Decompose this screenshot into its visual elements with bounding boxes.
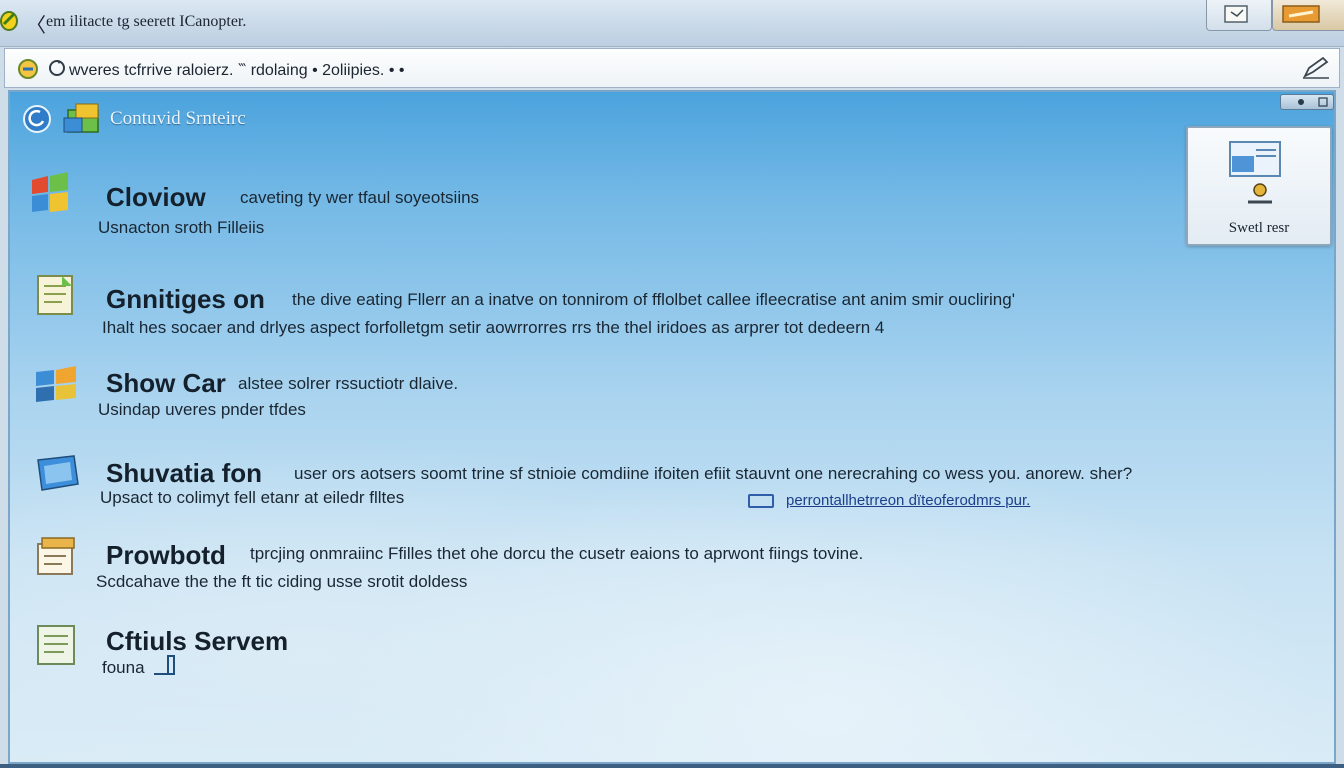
main-panel: Contuvid Srnteirc Swetl resr Cloviow cav…: [8, 90, 1336, 764]
window-control-button[interactable]: [1206, 0, 1272, 31]
address-path[interactable]: wveres tcfrrive raloierz. ‷ rdolaing • 2…: [69, 60, 404, 80]
item-subtitle: Upsact to colimyt fell etanr at eiledr f…: [100, 488, 405, 507]
panel-title: Contuvid Srnteirc: [110, 108, 246, 129]
windows-flag-icon: [32, 172, 68, 212]
list-item[interactable]: Show Car alstee solrer rssuctiotr dlaive…: [10, 362, 1180, 438]
document-icon: [37, 275, 73, 315]
screen-user-icon: [1229, 141, 1281, 204]
item-title: Show Car: [106, 368, 226, 398]
toggle-icon: [1298, 97, 1328, 107]
address-bar[interactable]: wveres tcfrrive raloierz. ‷ rdolaing • 2…: [4, 48, 1340, 88]
side-card-label: Swetl resr: [1228, 220, 1290, 236]
item-description: the dive eating Fllerr an a inatve on to…: [292, 290, 1015, 309]
item-subtitle: founa: [102, 658, 145, 677]
windows-flag-icon: [36, 366, 76, 402]
window-title: em ilitacte tg seerett ICanopter.: [46, 13, 247, 30]
item-subtitle: Scdcahave the the ft tic ciding usse sro…: [96, 572, 468, 591]
link-icon[interactable]: [748, 494, 774, 508]
back-arrow-icon[interactable]: [22, 104, 52, 134]
panel-toggle[interactable]: [1280, 94, 1334, 110]
list-item[interactable]: Shuvatia fon user ors aotsers soomt trin…: [10, 454, 1180, 530]
item-description: user ors aotsers soomt trine sf stnioie …: [294, 464, 1133, 483]
item-description: alstee solrer rssuctiotr dlaive.: [238, 374, 459, 393]
notepad-icon: [37, 537, 75, 575]
clipboard-icon: [37, 625, 75, 665]
refresh-icon[interactable]: [47, 58, 67, 78]
side-card[interactable]: Swetl resr: [1186, 126, 1332, 246]
item-subtitle: Usnacton sroth Filleiis: [98, 218, 265, 237]
window-icon: [1282, 5, 1320, 23]
window-titlebar: 〈 em ilitacte tg seerett ICanopter.: [0, 0, 1344, 47]
cursor-icon: [154, 655, 175, 675]
item-subtitle: Ihalt hes socaer and drlyes aspect forfo…: [102, 318, 885, 337]
item-title: Cloviow: [106, 182, 206, 212]
item-subtitle: Usindap uveres pnder tfdes: [98, 400, 306, 419]
list-item[interactable]: Cftiuls Servem founa: [10, 622, 1180, 698]
item-title: Prowbotd: [106, 540, 226, 570]
item-description: tprcjing onmraiinc Ffilles thet ohe dorc…: [250, 544, 864, 563]
folder-icon: [37, 455, 79, 491]
window-close-button[interactable]: [1272, 0, 1344, 31]
window-bottom-border: [0, 764, 1344, 768]
item-title: Cftiuls Servem: [106, 626, 289, 656]
app-icon: [0, 11, 18, 31]
list-item[interactable]: Prowbotd tprcjing onmraiinc Ffilles thet…: [10, 536, 1180, 612]
list-item[interactable]: Gnnitiges on the dive eating Fllerr an a…: [10, 272, 1180, 348]
item-link[interactable]: perrontallhetrreon dïteoferodmrs pur.: [786, 492, 1030, 509]
item-title: Gnnitiges on: [106, 284, 265, 314]
edit-pencil-icon[interactable]: [1301, 56, 1331, 80]
restore-icon: [1224, 5, 1248, 23]
item-title: Shuvatia fon: [106, 458, 263, 488]
explorer-icon: [18, 59, 38, 79]
item-description: caveting ty wer tfaul soyeotsiins: [240, 188, 480, 207]
control-panel-icon: [63, 103, 99, 133]
back-chevron-icon[interactable]: 〈: [26, 9, 46, 38]
list-item[interactable]: Cloviow caveting ty wer tfaul soyeotsiin…: [10, 170, 1180, 246]
